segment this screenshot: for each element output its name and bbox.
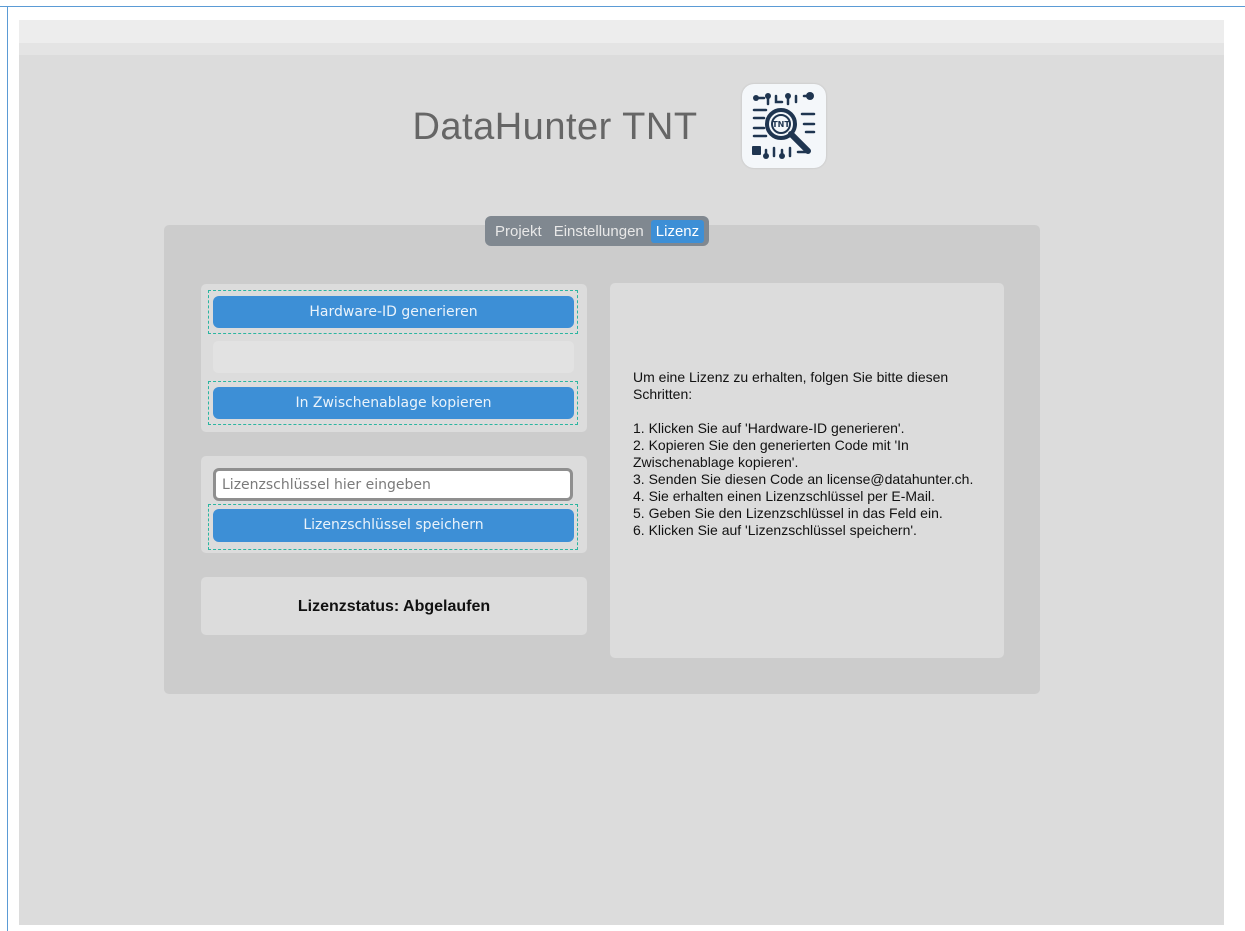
generate-hardware-id-button[interactable]: Hardware-ID generieren xyxy=(213,296,574,328)
app-title: DataHunter TNT xyxy=(412,106,698,148)
window-top-bar xyxy=(19,20,1224,43)
tab-projekt[interactable]: Projekt xyxy=(490,220,547,243)
tab-lizenz[interactable]: Lizenz xyxy=(650,219,705,243)
svg-text:TNT: TNT xyxy=(772,120,790,129)
outer-frame-top-line xyxy=(0,6,1245,7)
tab-bar: Projekt Einstellungen Lizenz xyxy=(485,216,710,246)
instructions-text: Um eine Lizenz zu erhalten, folgen Sie b… xyxy=(633,369,993,539)
instructions-intro: Um eine Lizenz zu erhalten, folgen Sie b… xyxy=(633,369,949,402)
instruction-step: 4. Sie erhalten einen Lizenzschlüssel pe… xyxy=(633,488,935,504)
license-key-input[interactable] xyxy=(213,468,573,501)
instruction-step: 1. Klicken Sie auf 'Hardware-ID generier… xyxy=(633,420,905,436)
hardware-id-field[interactable] xyxy=(213,341,574,373)
magnifier-circuit-logo-icon: TNT xyxy=(752,92,816,159)
window-top-bar-shadow xyxy=(19,43,1224,55)
instructions-steps: 1. Klicken Sie auf 'Hardware-ID generier… xyxy=(633,420,993,539)
save-license-key-button[interactable]: Lizenzschlüssel speichern xyxy=(213,509,574,542)
app-logo: TNT xyxy=(742,84,826,168)
copy-to-clipboard-button[interactable]: In Zwischenablage kopieren xyxy=(213,387,574,419)
instruction-step: 6. Klicken Sie auf 'Lizenzschlüssel spei… xyxy=(633,522,917,538)
instruction-step: 5. Geben Sie den Lizenzschlüssel in das … xyxy=(633,505,943,521)
outer-frame-left-line xyxy=(7,6,8,931)
instruction-step: 2. Kopieren Sie den generierten Code mit… xyxy=(633,437,909,470)
instruction-step: 3. Senden Sie diesen Code an license@dat… xyxy=(633,471,974,487)
tab-einstellungen[interactable]: Einstellungen xyxy=(549,220,649,243)
license-status-text: Lizenzstatus: Abgelaufen xyxy=(297,598,491,615)
